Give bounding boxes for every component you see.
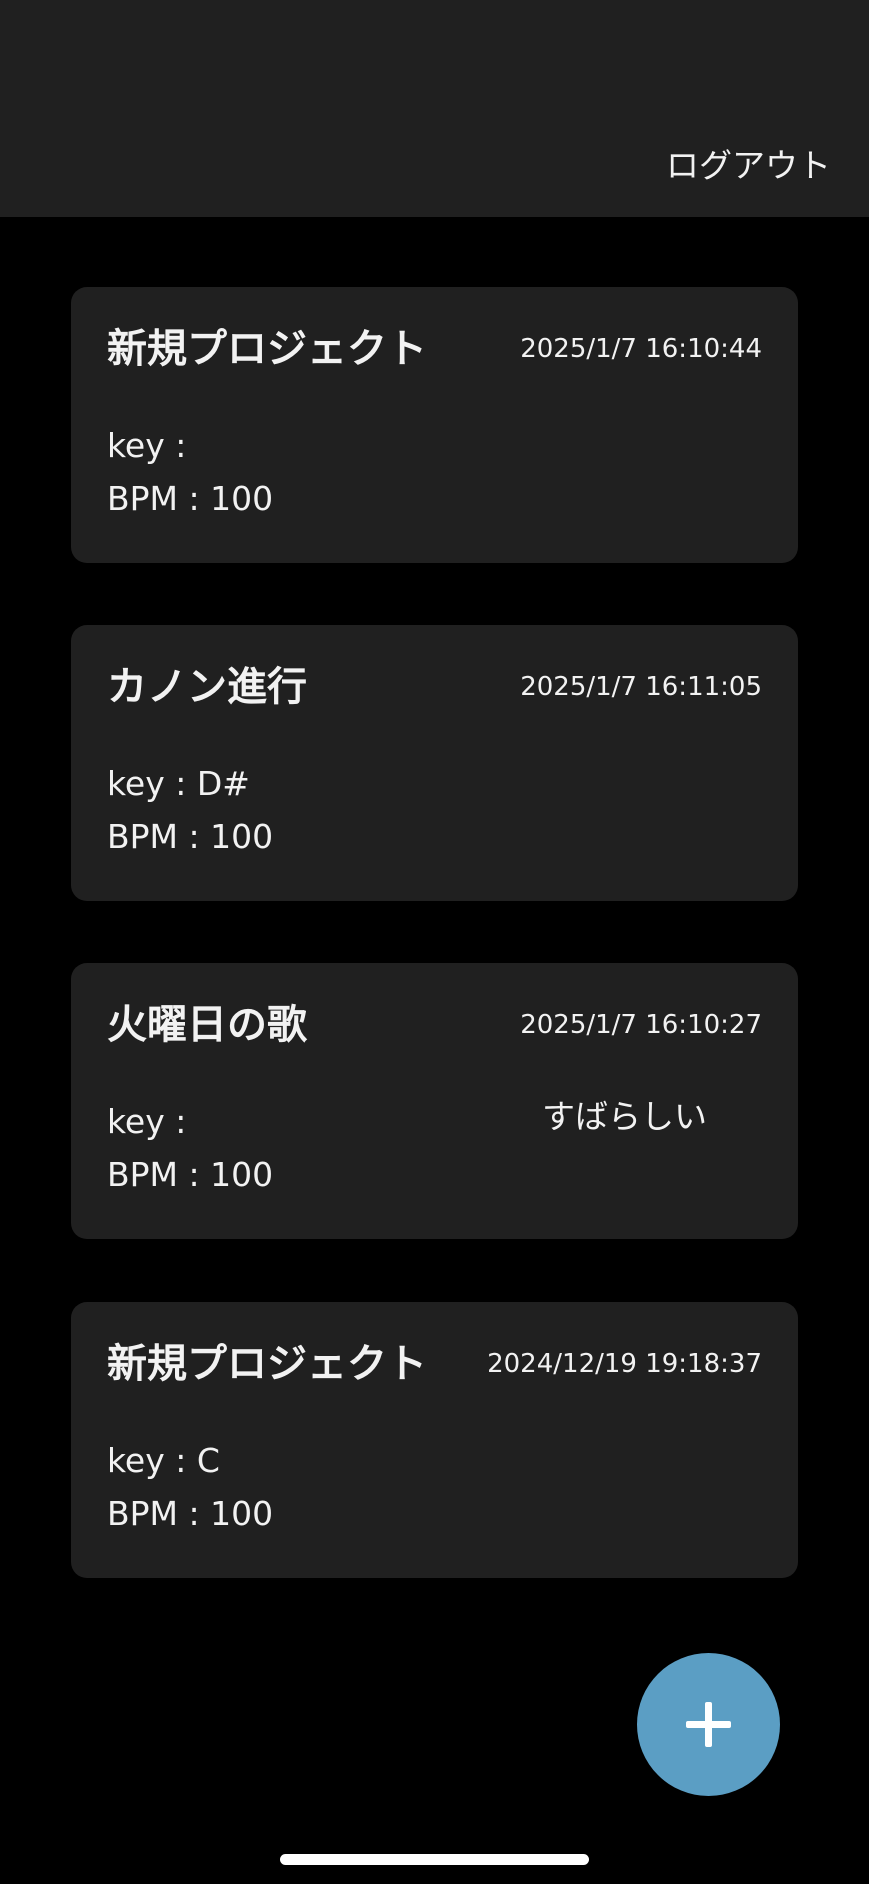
project-date: 2025/1/7 16:10:44 — [520, 334, 762, 364]
home-indicator[interactable] — [280, 1854, 589, 1865]
project-key: key : D# — [107, 764, 250, 803]
add-project-button[interactable] — [637, 1653, 780, 1796]
plus-icon — [686, 1702, 731, 1747]
project-key: key : — [107, 426, 187, 465]
project-card[interactable]: カノン進行 2025/1/7 16:11:05 key : D# BPM : 1… — [71, 625, 798, 901]
project-list-screen: ログアウト 新規プロジェクト 2025/1/7 16:10:44 key : B… — [0, 0, 869, 1884]
project-date: 2025/1/7 16:11:05 — [520, 672, 762, 702]
project-card[interactable]: 新規プロジェクト 2025/1/7 16:10:44 key : BPM : 1… — [71, 287, 798, 563]
project-title: 新規プロジェクト — [107, 326, 427, 372]
logout-button[interactable]: ログアウト — [666, 144, 831, 188]
project-date: 2025/1/7 16:10:27 — [520, 1010, 762, 1040]
project-date: 2024/12/19 19:18:37 — [487, 1349, 762, 1379]
project-bpm: BPM : 100 — [107, 817, 274, 856]
project-bpm: BPM : 100 — [107, 1494, 274, 1533]
project-title: カノン進行 — [107, 664, 307, 710]
project-bpm: BPM : 100 — [107, 1155, 274, 1194]
project-card[interactable]: 火曜日の歌 2025/1/7 16:10:27 key : BPM : 100 … — [71, 963, 798, 1239]
project-title: 火曜日の歌 — [107, 1002, 307, 1048]
project-bpm: BPM : 100 — [107, 479, 274, 518]
project-card[interactable]: 新規プロジェクト 2024/12/19 19:18:37 key : C BPM… — [71, 1302, 798, 1578]
project-comment: すばらしい — [542, 1097, 707, 1136]
project-key: key : — [107, 1102, 187, 1141]
project-key: key : C — [107, 1441, 220, 1480]
app-header: ログアウト — [0, 0, 869, 217]
project-title: 新規プロジェクト — [107, 1341, 427, 1387]
